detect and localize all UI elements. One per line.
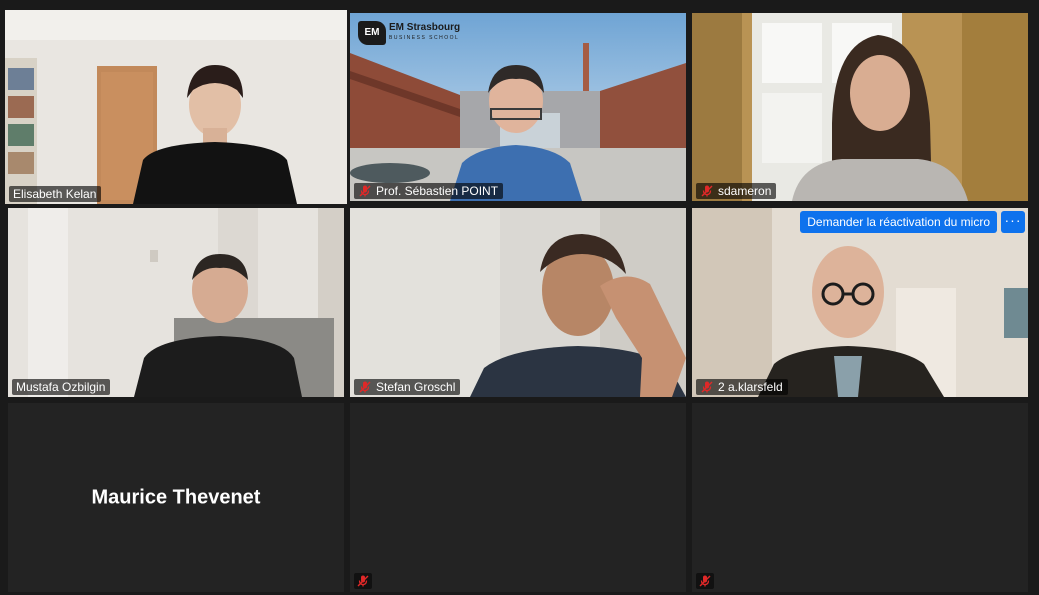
microphone-muted-icon [359,185,371,197]
microphone-muted-icon [357,575,369,587]
participant-name: Prof. Sébastien POINT [376,184,499,198]
video-feed [692,13,1028,201]
video-gallery: Elisabeth Kelan EM EM Strasbourg BUSINES… [0,0,1039,595]
participant-name: sdameron [718,184,772,198]
microphone-muted-icon [359,381,371,393]
video-tile-sdameron[interactable]: sdameron [692,13,1028,201]
participant-name-tag: Mustafa Ozbilgin [12,379,111,395]
video-tile-mustafa-ozbilgin[interactable]: Mustafa Ozbilgin [8,208,344,397]
video-tile-elisabeth-kelan[interactable]: Elisabeth Kelan [5,10,347,204]
participant-name-tag: Prof. Sébastien POINT [354,183,504,199]
participant-name-display: Maurice Thevenet [91,486,261,508]
microphone-muted-icon [701,185,713,197]
participant-name: Elisabeth Kelan [13,187,97,201]
video-tile-empty[interactable] [350,403,686,592]
video-feed [5,10,347,204]
video-feed [350,208,686,397]
video-tile-stefan-groschl[interactable]: Stefan Groschl [350,208,686,397]
participant-name-tag: Stefan Groschl [354,379,461,395]
video-feed [692,208,1028,397]
logo-subtitle: BUSINESS SCHOOL [389,35,460,41]
video-tile-a-klarsfeld[interactable]: Demander la réactivation du micro ··· 2 … [692,208,1028,397]
more-options-button[interactable]: ··· [1001,211,1025,233]
em-logo-mark: EM [358,21,386,45]
video-feed [8,208,344,397]
participant-name: 2 a.klarsfeld [718,380,783,394]
participant-name-tag: Elisabeth Kelan [9,186,102,202]
microphone-muted-icon [699,575,711,587]
mute-status [354,573,372,589]
participant-name: Stefan Groschl [376,380,456,394]
participant-name: Mustafa Ozbilgin [16,380,106,394]
logo-name: EM Strasbourg [389,22,461,33]
video-tile-empty[interactable] [692,403,1028,592]
participant-name-tag: sdameron [696,183,777,199]
microphone-muted-icon [701,381,713,393]
request-unmute-button[interactable]: Demander la réactivation du micro [800,211,997,233]
mute-status [696,573,714,589]
video-tile-sebastien-point[interactable]: EM EM Strasbourg BUSINESS SCHOOL Prof. S… [350,13,686,201]
em-strasbourg-logo: EM EM Strasbourg BUSINESS SCHOOL [358,21,460,45]
video-tile-maurice-thevenet[interactable]: Maurice Thevenet [8,403,344,592]
participant-name-tag: 2 a.klarsfeld [696,379,788,395]
